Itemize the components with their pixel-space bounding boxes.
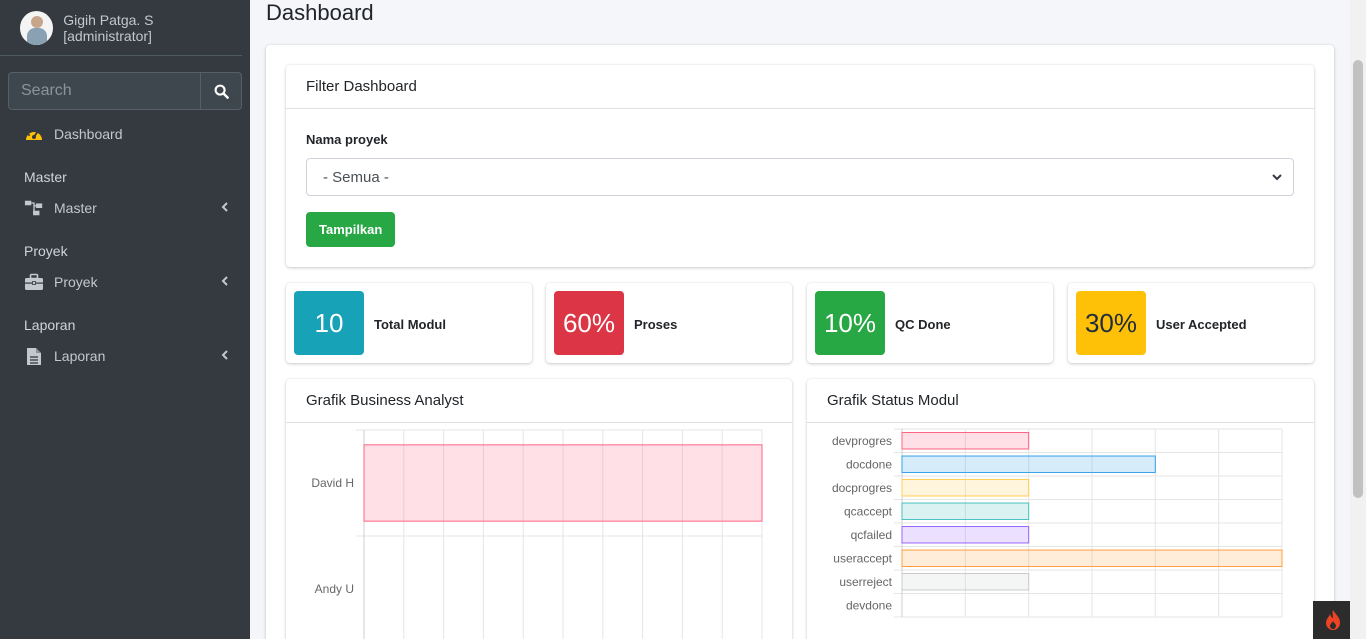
stat-label: User Accepted — [1156, 317, 1247, 332]
status-chart-title: Grafik Status Modul — [807, 379, 1314, 423]
stat-card-proses: 60% Proses — [546, 283, 792, 363]
sidebar-item-label: Dashboard — [54, 126, 123, 142]
ba-chart-title: Grafik Business Analyst — [286, 379, 792, 423]
bar — [901, 479, 1030, 497]
sidebar-item-dashboard[interactable]: Dashboard — [24, 124, 234, 144]
bar — [363, 444, 763, 522]
nav-header-laporan: Laporan — [24, 317, 76, 333]
chevron-left-icon — [221, 202, 228, 212]
bar — [901, 526, 1030, 544]
project-select-value: - Semua - — [323, 168, 389, 186]
sidebar-item-label: Laporan — [54, 348, 106, 364]
sidebar-item-label: Master — [54, 200, 97, 216]
sitemap-icon — [24, 198, 44, 218]
tick-label: docprogres — [832, 481, 892, 495]
stat-value: 10 — [294, 291, 364, 355]
show-button[interactable]: Tampilkan — [306, 212, 396, 247]
chevron-down-icon — [1272, 174, 1282, 181]
tick-label: Andy U — [315, 582, 354, 596]
tick-label: docdone — [846, 457, 892, 471]
project-label: Nama proyek — [306, 132, 388, 147]
stat-value: 60% — [554, 291, 624, 355]
nav-header-master: Master — [24, 169, 67, 185]
tick-label: devdone — [846, 598, 892, 612]
page-scrollbar[interactable] — [1350, 0, 1366, 639]
project-select[interactable]: - Semua - — [306, 158, 1294, 196]
stat-card-qc-done: 10% QC Done — [807, 283, 1053, 363]
page-title: Dashboard — [266, 0, 374, 25]
chevron-left-icon — [221, 350, 228, 360]
flame-icon — [1326, 610, 1340, 630]
sidebar-item-label: Proyek — [54, 274, 98, 290]
nav-header-proyek: Proyek — [24, 243, 68, 259]
sidebar-item-master[interactable]: Master — [24, 198, 234, 218]
stat-value: 30% — [1076, 291, 1146, 355]
tick-label: qcaccept — [844, 504, 893, 518]
sidebar: Gigih Patga. S [administrator] Dashboard… — [0, 0, 250, 639]
codeigniter-button[interactable] — [1313, 601, 1353, 639]
filter-card-title: Filter Dashboard — [286, 65, 1314, 109]
status-chart-card: Grafik Status Modul devprogres docdone doc… — [807, 379, 1314, 639]
ba-chart: David H Andy U — [311, 429, 763, 639]
user-name[interactable]: Gigih Patga. S [administrator] — [63, 12, 242, 44]
tick-label: devprogres — [832, 434, 892, 448]
search-button[interactable] — [200, 72, 242, 110]
search-icon — [214, 84, 229, 99]
tick-label: qcfailed — [851, 528, 892, 542]
bar — [901, 455, 1156, 473]
filter-card: Filter Dashboard Nama proyek - Semua - T… — [286, 65, 1314, 267]
bar — [901, 573, 1030, 591]
bar — [901, 549, 1283, 567]
search-input[interactable] — [8, 72, 200, 110]
sidebar-item-proyek[interactable]: Proyek — [24, 272, 234, 292]
stat-label: Total Modul — [374, 317, 446, 332]
bar — [901, 502, 1030, 520]
sidebar-item-laporan[interactable]: Laporan — [24, 346, 234, 366]
stat-label: QC Done — [895, 317, 951, 332]
briefcase-icon — [24, 272, 44, 292]
avatar — [20, 10, 54, 45]
bar — [901, 432, 1030, 450]
stat-card-user-accepted: 30% User Accepted — [1068, 283, 1314, 363]
file-icon — [24, 346, 44, 366]
tick-label: useraccept — [833, 551, 892, 565]
tick-label: David H — [311, 476, 354, 490]
ba-chart-card: Grafik Business Analyst David H Andy U — [286, 379, 792, 639]
stat-value: 10% — [815, 291, 885, 355]
sidebar-search — [8, 72, 242, 110]
scrollbar-thumb[interactable] — [1353, 60, 1363, 498]
status-chart: devprogres docdone docprogres qcaccept qcfai… — [832, 428, 1283, 618]
stat-label: Proses — [634, 317, 678, 332]
user-panel[interactable]: Gigih Patga. S [administrator] — [0, 0, 242, 56]
stat-card-total-modul: 10 Total Modul — [286, 283, 532, 363]
tachometer-icon — [24, 124, 44, 144]
chevron-left-icon — [221, 276, 228, 286]
tick-label: userreject — [839, 575, 892, 589]
